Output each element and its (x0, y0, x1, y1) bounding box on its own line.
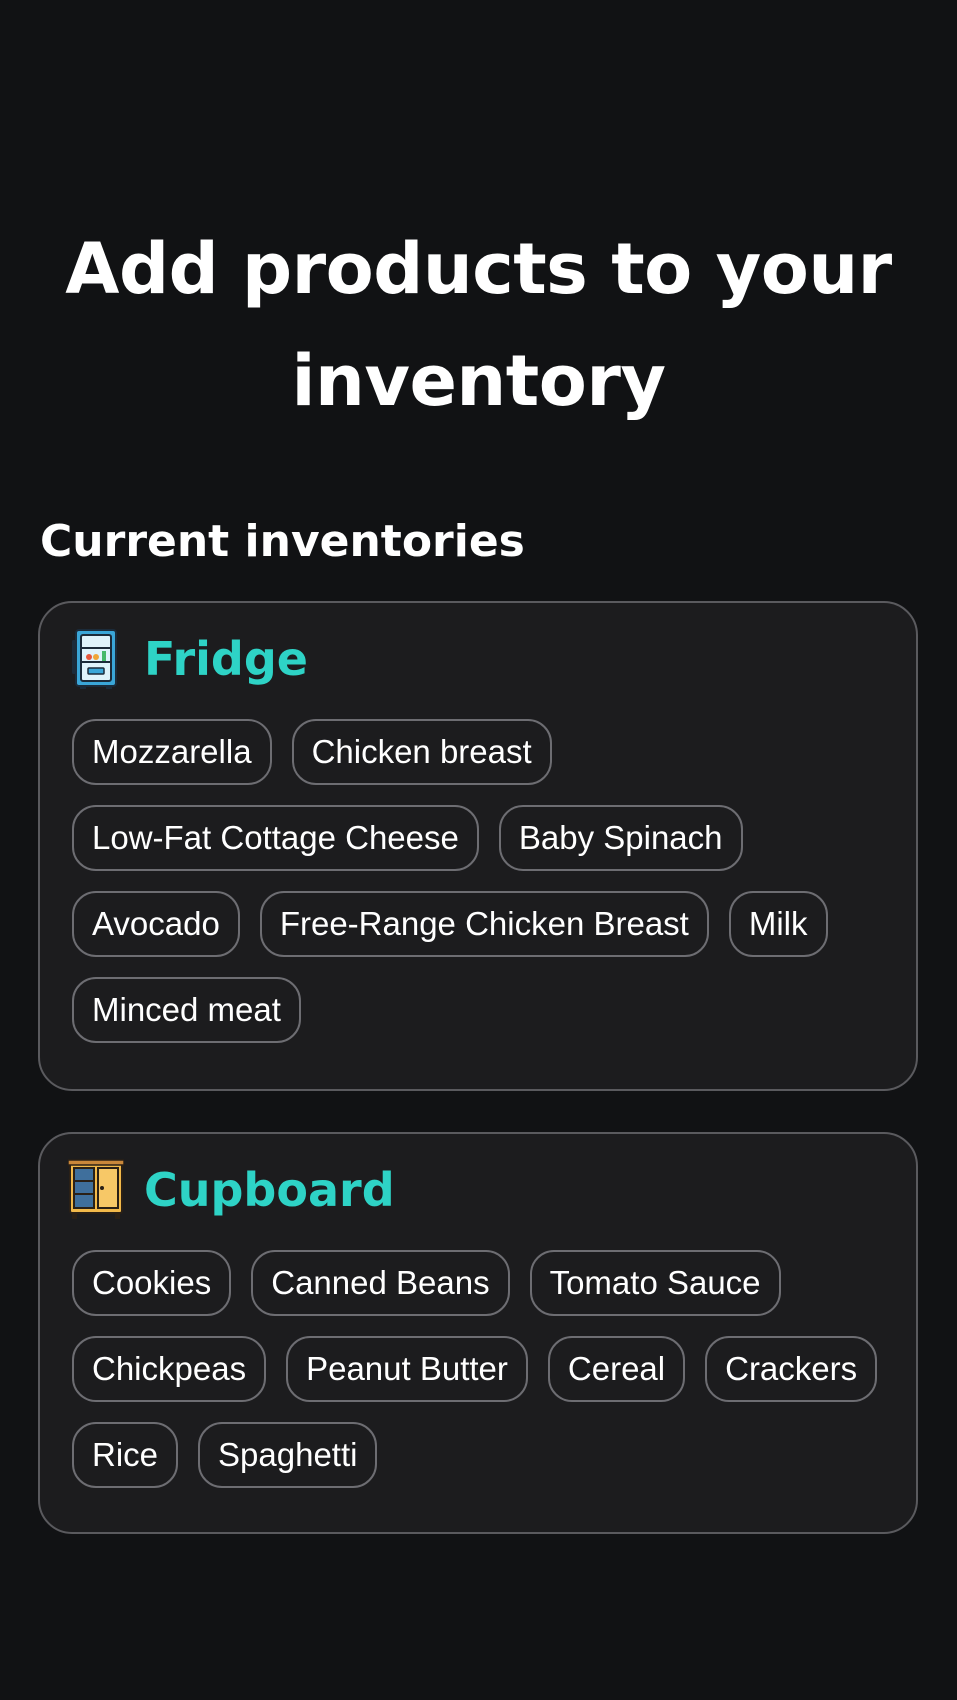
headline-line-2: inventory (291, 340, 666, 422)
page-headline: Add products to your inventory (0, 213, 957, 437)
item-chip[interactable]: Mozzarella (72, 719, 272, 785)
item-chip[interactable]: Spaghetti (198, 1422, 378, 1488)
cupboard-item-list: Cookies Canned Beans Tomato Sauce Chickp… (72, 1250, 892, 1488)
headline-line-1: Add products to your (65, 228, 892, 310)
cupboard-icon (68, 1158, 124, 1222)
item-chip[interactable]: Chickpeas (72, 1336, 267, 1402)
item-chip[interactable]: Free-Range Chicken Breast (259, 891, 709, 957)
item-chip[interactable]: Baby Spinach (498, 805, 743, 871)
item-chip[interactable]: Minced meat (72, 977, 301, 1043)
inventory-header-fridge: Fridge (68, 627, 308, 691)
item-chip[interactable]: Cookies (72, 1250, 232, 1316)
item-chip[interactable]: Chicken breast (291, 719, 552, 785)
item-chip[interactable]: Crackers (705, 1336, 878, 1402)
fridge-item-list: Mozzarella Chicken breast Low-Fat Cottag… (72, 719, 892, 1043)
inventory-card-cupboard[interactable]: Cupboard Cookies Canned Beans Tomato Sau… (38, 1132, 918, 1534)
item-chip[interactable]: Canned Beans (251, 1250, 510, 1316)
current-inventories-title: Current inventories (40, 516, 525, 567)
item-chip[interactable]: Milk (728, 891, 828, 957)
item-chip[interactable]: Cereal (547, 1336, 686, 1402)
fridge-icon (68, 627, 124, 691)
item-chip[interactable]: Tomato Sauce (529, 1250, 781, 1316)
inventory-header-cupboard: Cupboard (68, 1158, 395, 1222)
inventory-title-fridge: Fridge (144, 632, 308, 686)
item-chip[interactable]: Avocado (72, 891, 240, 957)
item-chip[interactable]: Rice (72, 1422, 179, 1488)
inventory-title-cupboard: Cupboard (144, 1163, 395, 1217)
item-chip[interactable]: Low-Fat Cottage Cheese (72, 805, 479, 871)
inventory-card-fridge[interactable]: Fridge Mozzarella Chicken breast Low-Fat… (38, 601, 918, 1091)
item-chip[interactable]: Peanut Butter (286, 1336, 528, 1402)
